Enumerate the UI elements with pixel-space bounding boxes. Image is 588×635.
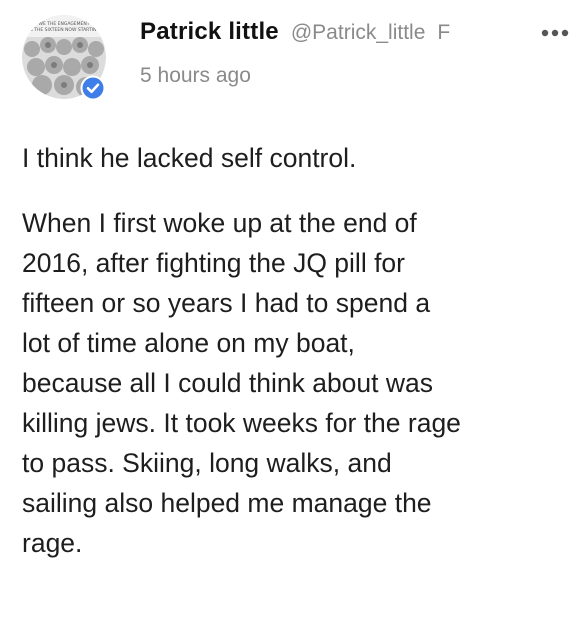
text-line: killing jews. It took weeks for the rage (22, 408, 461, 438)
post-paragraph: I think he lacked self control. (22, 138, 582, 178)
post-header: Patrick little @Patrick_little F (140, 18, 580, 48)
verified-check-icon (80, 75, 106, 101)
text-line: lot of time alone on my boat, (22, 328, 355, 358)
author-handle[interactable]: @Patrick_little (291, 21, 426, 44)
text-line: I think he lacked self control. (22, 143, 357, 173)
text-line: fifteen or so years I had to spend a (22, 288, 431, 318)
post-paragraph: When I first woke up at the end of 2016,… (22, 203, 582, 563)
avatar-caption-line: IN THE SIXTEEN NOW STARTING (28, 27, 100, 33)
text-line: sailing also helped me manage the (22, 488, 432, 518)
post-timestamp[interactable]: 5 hours ago (140, 64, 251, 88)
text-line: because all I could think about was (22, 368, 434, 398)
avatar-caption-line: WE THE ENGAGEMENT (39, 21, 90, 27)
more-horizontal-icon[interactable] (540, 28, 570, 38)
avatar-container[interactable]: WE THE ENGAGEMENT IN THE SIXTEEN NOW STA… (22, 15, 106, 101)
text-line: When I first woke up at the end of (22, 208, 417, 238)
post: WE THE ENGAGEMENT IN THE SIXTEEN NOW STA… (0, 0, 588, 635)
follow-button-truncated[interactable]: F (437, 21, 450, 44)
text-line: 2016, after fighting the JQ pill for (22, 248, 405, 278)
text-line: to pass. Skiing, long walks, and (22, 448, 392, 478)
text-line: rage. (22, 528, 83, 558)
author-display-name[interactable]: Patrick little (140, 18, 279, 45)
